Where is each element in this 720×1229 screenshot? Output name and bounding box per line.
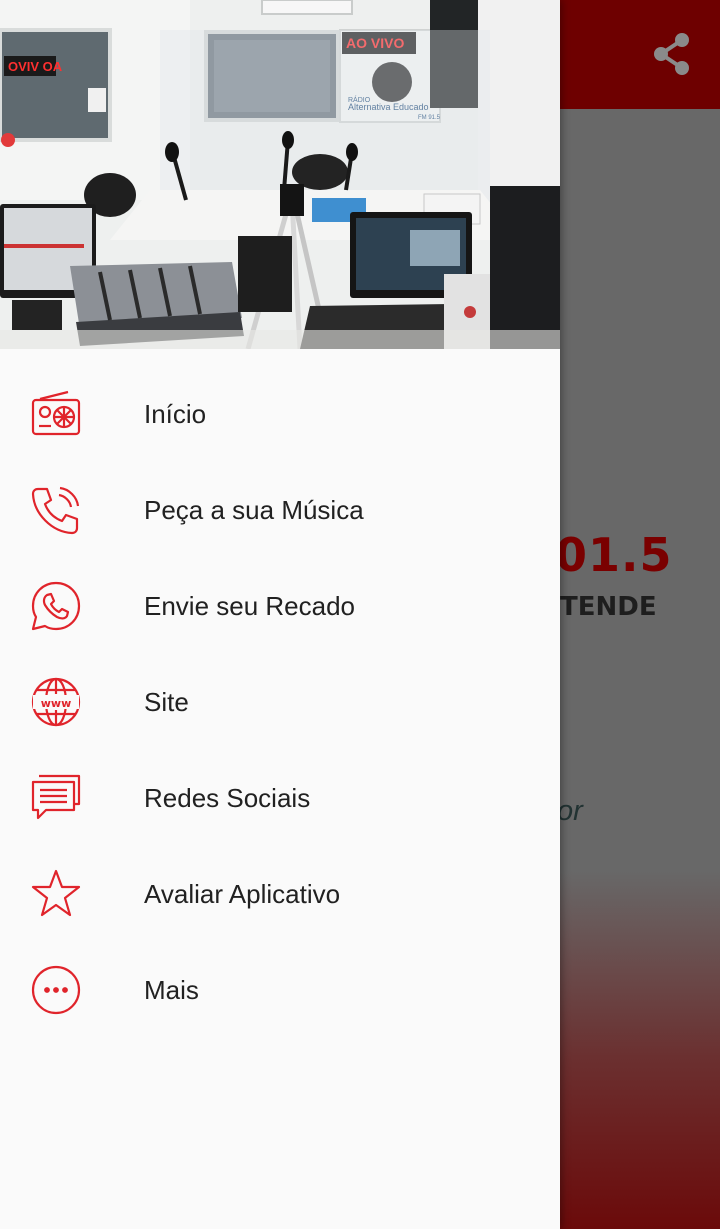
menu-item-label: Envie seu Recado	[144, 590, 356, 621]
menu-item-label: Site	[144, 686, 189, 717]
chat-icon	[0, 750, 144, 846]
content-text-fragment: or	[557, 795, 583, 827]
star-icon	[0, 846, 144, 942]
menu-item-label: Avaliar Aplicativo	[144, 878, 341, 909]
share-button[interactable]	[648, 30, 696, 78]
menu-item-label: Redes Sociais	[144, 782, 311, 813]
phone-icon	[0, 462, 144, 558]
menu-item-label: Início	[144, 398, 207, 429]
menu-item-envie-recado[interactable]: Envie seu Recado	[0, 558, 560, 654]
menu-item-label: Peça a sua Música	[144, 494, 364, 525]
globe-www-icon: www	[0, 654, 144, 750]
more-icon	[0, 942, 144, 1038]
frequency-text: 01.5	[555, 528, 673, 582]
slogan-text: TENDE	[560, 592, 657, 622]
svg-text:www: www	[41, 697, 72, 710]
studio-photo: OVIV OA AO VIVO RÁDIO Alternativa Educad…	[0, 0, 560, 349]
menu-item-inicio[interactable]: Início	[0, 366, 560, 462]
menu-item-redes-sociais[interactable]: Redes Sociais	[0, 750, 560, 846]
radio-icon	[0, 366, 144, 462]
menu-item-label: Mais	[144, 974, 199, 1005]
menu-item-peca-musica[interactable]: Peça a sua Música	[0, 462, 560, 558]
whatsapp-icon	[0, 558, 144, 654]
led-sign-mirror: OVIV OA	[8, 59, 63, 74]
menu-item-avaliar-aplicativo[interactable]: Avaliar Aplicativo	[0, 846, 560, 942]
share-icon	[654, 33, 689, 75]
menu-item-site[interactable]: www Site	[0, 654, 560, 750]
drawer-header-photo: OVIV OA AO VIVO RÁDIO Alternativa Educad…	[0, 0, 560, 349]
menu-item-mais[interactable]: Mais	[0, 942, 560, 1038]
navigation-drawer: OVIV OA AO VIVO RÁDIO Alternativa Educad…	[0, 0, 560, 1229]
drawer-menu: Início Peça a sua Música Envie seu Recad…	[0, 366, 560, 1038]
